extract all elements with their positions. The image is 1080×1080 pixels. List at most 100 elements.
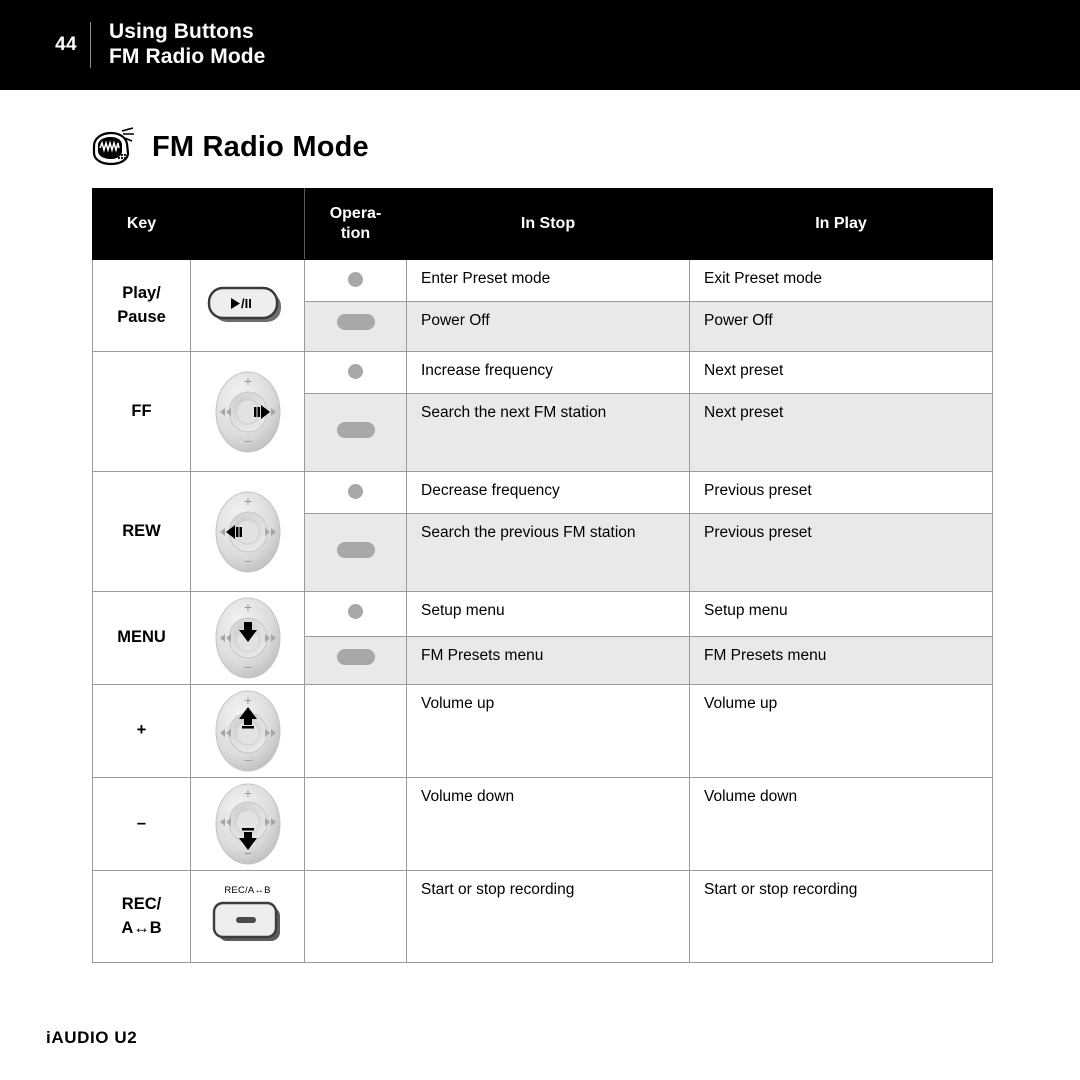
play-pause-button-icon: /II — [207, 286, 281, 322]
fm-radio-icon — [92, 127, 134, 166]
short-press-dot-icon — [348, 604, 363, 619]
in-play-cell: Start or stop recording — [689, 870, 993, 963]
footer-product-name: iAUDIO U2 — [46, 1028, 138, 1047]
long-press-pill-icon — [336, 542, 375, 558]
operation-cell — [304, 351, 407, 394]
key-cell-volume-up: + — [92, 684, 191, 778]
button-image-cell-volume-up: + − — [190, 684, 305, 778]
table-row: FF + − Increase frequency Next preset — [92, 351, 993, 472]
column-header-operation: Opera- tion — [304, 188, 407, 260]
header-divider — [90, 22, 91, 68]
key-cell-rec-ab: REC/ A↔B — [92, 870, 191, 963]
operation-cell — [304, 870, 407, 963]
button-image-cell-volume-down: + − — [190, 777, 305, 871]
in-play-cell: Setup menu — [689, 590, 993, 638]
column-header-in-stop: In Stop — [406, 188, 690, 260]
table-row: REC/ A↔B REC/A↔B Start or stop recording… — [92, 870, 993, 963]
in-stop-cell: Power Off — [406, 301, 690, 352]
key-cell-menu: MENU — [92, 591, 191, 685]
table-row: REW + − Decrease frequency Previous pres… — [92, 471, 993, 592]
button-image-cell-play-pause: /II — [190, 259, 305, 352]
header-title-line1: Using Buttons — [109, 20, 254, 44]
short-press-dot-icon — [348, 272, 363, 287]
in-play-cell: Power Off — [689, 301, 993, 352]
operation-cell — [304, 590, 407, 638]
operation-cell — [304, 393, 407, 472]
in-stop-cell: FM Presets menu — [406, 636, 690, 685]
table-row: Play/ Pause /II Enter Preset mode Exit P… — [92, 259, 993, 352]
header-title-line2: FM Radio Mode — [109, 45, 266, 68]
long-press-pill-icon — [336, 422, 375, 438]
operation-cell — [304, 777, 407, 871]
in-stop-cell: Increase frequency — [406, 351, 690, 394]
in-play-cell: Next preset — [689, 393, 993, 472]
column-header-key: Key — [92, 188, 191, 260]
table-row: – + − Volume down Volume down — [92, 777, 993, 871]
page-number: 44 — [55, 34, 77, 55]
svg-text:+: + — [243, 493, 251, 509]
joystick-up-icon: + − — [215, 690, 280, 772]
key-label-line2: A↔B — [121, 918, 162, 937]
joystick-down-icon: + − — [215, 783, 280, 865]
table-row: + + − Volume up Volume up — [92, 684, 993, 778]
table-body: Play/ Pause /II Enter Preset mode Exit P… — [92, 259, 993, 963]
section-title-row: FM Radio Mode — [88, 126, 1080, 168]
key-label-line1: Play/ — [122, 283, 161, 302]
operation-cell — [304, 471, 407, 514]
key-cell-ff: FF — [92, 351, 191, 472]
in-stop-cell: Volume up — [406, 684, 690, 778]
in-play-cell: Previous preset — [689, 471, 993, 514]
joystick-right-icon: + − — [215, 371, 280, 452]
svg-text:+: + — [243, 692, 251, 708]
button-image-cell-rec-ab: REC/A↔B — [190, 870, 305, 963]
column-header-operation-line2: tion — [340, 225, 371, 242]
in-stop-cell: Volume down — [406, 777, 690, 871]
short-press-dot-icon — [348, 364, 363, 379]
fm-radio-button-table: Key Opera- tion In Stop In Play Play/ Pa… — [92, 188, 993, 963]
key-label-line1: REW — [122, 521, 161, 540]
key-cell-play-pause: Play/ Pause — [92, 259, 191, 352]
key-cell-rew: REW — [92, 471, 191, 592]
key-label-line1: FF — [131, 401, 152, 420]
short-press-dot-icon — [348, 484, 363, 499]
svg-text:−: − — [243, 659, 251, 675]
in-play-cell: Volume up — [689, 684, 993, 778]
in-stop-cell: Enter Preset mode — [406, 259, 690, 302]
svg-text:+: + — [243, 373, 251, 389]
button-image-cell-rew: + − — [190, 471, 305, 592]
table-header-row: Key Opera- tion In Stop In Play — [92, 188, 993, 260]
key-cell-volume-down: – — [92, 777, 191, 871]
header-titles: Using Buttons FM Radio Mode — [109, 20, 265, 70]
column-header-button-image — [190, 188, 305, 260]
svg-text:+: + — [243, 599, 251, 615]
column-header-in-play: In Play — [689, 188, 993, 260]
column-header-operation-line1: Opera- — [329, 205, 382, 222]
in-play-cell: Exit Preset mode — [689, 259, 993, 302]
key-label-line1: + — [136, 721, 147, 740]
operation-cell — [304, 513, 407, 592]
in-stop-cell: Search the next FM station — [406, 393, 690, 472]
operation-cell — [304, 684, 407, 778]
svg-text:/II: /II — [241, 296, 252, 311]
joystick-left-icon: + − — [215, 491, 280, 572]
operation-cell — [304, 636, 407, 685]
svg-text:−: − — [243, 752, 251, 768]
table-row: MENU + − Setup menu Setup menu — [92, 590, 993, 685]
long-press-pill-icon — [336, 314, 375, 330]
in-play-cell: Next preset — [689, 351, 993, 394]
operation-cell — [304, 301, 407, 352]
in-stop-cell: Search the previous FM station — [406, 513, 690, 592]
rec-ab-button-group: REC/A↔B — [191, 885, 304, 948]
svg-text:−: − — [243, 553, 251, 569]
in-play-cell: FM Presets menu — [689, 636, 993, 685]
key-label-line1: REC/ — [121, 894, 162, 913]
in-play-cell: Volume down — [689, 777, 993, 871]
rec-ab-button-label: REC/A↔B — [224, 885, 271, 896]
in-stop-cell: Start or stop recording — [406, 870, 690, 963]
in-stop-cell: Decrease frequency — [406, 471, 690, 514]
svg-text:+: + — [243, 785, 251, 801]
svg-text:−: − — [243, 433, 251, 449]
page-title: FM Radio Mode — [152, 130, 369, 163]
key-label-line1: MENU — [117, 628, 166, 647]
operation-cell — [304, 259, 407, 302]
